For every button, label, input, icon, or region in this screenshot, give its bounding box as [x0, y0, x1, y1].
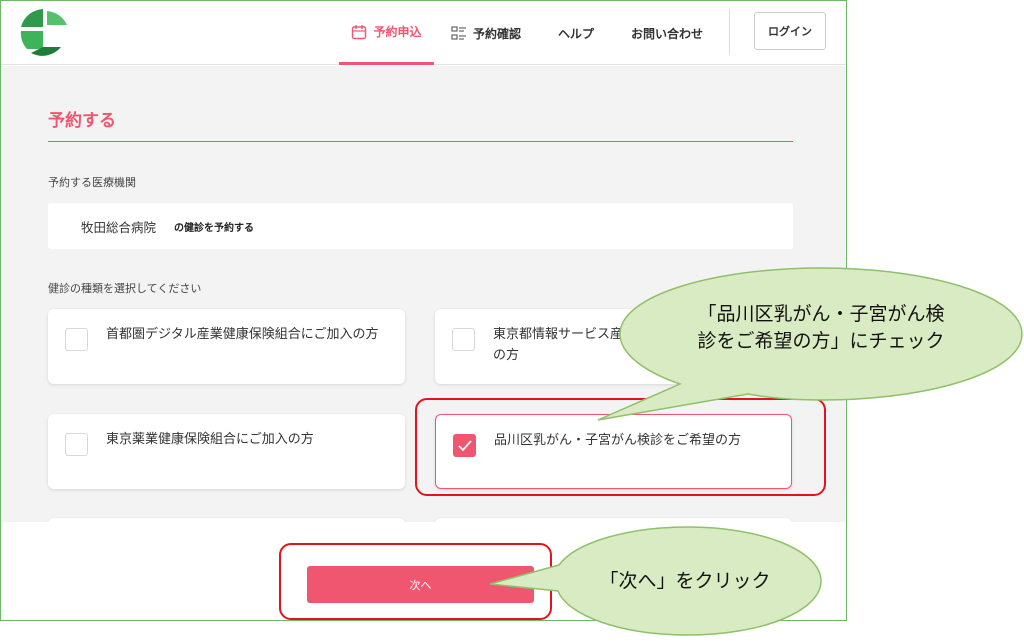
exam-option-label: 首都圏デジタル産業健康保険組合にご加入の方 [106, 327, 379, 342]
callout-next-text: 「次へ」をクリック [599, 570, 771, 592]
nav-tab-confirm[interactable]: 予約確認 [451, 1, 521, 65]
exam-option-label: 品川区乳がん・子宮がん検診をご希望の方 [494, 433, 742, 448]
login-button[interactable]: ログイン [754, 12, 826, 50]
nav-divider [729, 9, 730, 55]
checkmark-icon [458, 440, 472, 452]
next-button[interactable]: 次へ [307, 566, 534, 603]
exam-option-label: 東京薬業健康保険組合にご加入の方 [106, 432, 314, 447]
exam-option-card[interactable]: 首都圏デジタル産業健康保険組合にご加入の方 [48, 309, 405, 384]
main-content: 予約する 予約する医療機関 牧田総合病院 の健診を予約する 健診の種類を選択して… [1, 66, 846, 522]
institution-field: 牧田総合病院 の健診を予約する [48, 203, 793, 249]
institution-suffix: の健診を予約する [174, 222, 255, 234]
callout-check-text: 「品川区乳がん・子宮がん検 診をご希望の方」にチェック [652, 301, 990, 355]
list-icon [451, 26, 466, 40]
callout-check-line: 診をご希望の方」にチェック [697, 330, 945, 352]
calendar-icon [352, 24, 367, 39]
checkbox-checked[interactable] [453, 434, 476, 457]
nav-tab-contact[interactable]: お問い合わせ [631, 1, 703, 65]
checkbox[interactable] [65, 433, 88, 456]
logo-icon [20, 9, 67, 56]
title-divider [48, 141, 793, 142]
exam-option-card[interactable]: 東京薬業健康保険組合にご加入の方 [48, 414, 405, 489]
nav-tab-confirm-label: 予約確認 [473, 26, 522, 41]
checkbox[interactable] [452, 328, 475, 351]
nav-tab-contact-label: お問い合わせ [631, 26, 704, 41]
page-title: 予約する [48, 111, 116, 131]
nav-tab-apply[interactable]: 予約申込 [339, 1, 434, 65]
nav-tab-help-label: ヘルプ [558, 26, 595, 41]
checkbox[interactable] [65, 328, 88, 351]
nav-tab-help[interactable]: ヘルプ [558, 1, 594, 65]
site-header: 予約申込 予約確認 ヘルプ お問い合わせ ログイン [1, 1, 846, 65]
exam-type-label: 健診の種類を選択してください [48, 282, 202, 295]
institution-name: 牧田総合病院 [81, 219, 157, 235]
nav-tab-apply-label: 予約申込 [373, 25, 422, 39]
callout-check-line: 「品川区乳がん・子宮がん検 [697, 303, 945, 325]
institution-label: 予約する医療機関 [48, 176, 136, 189]
exam-option-card-selected[interactable]: 品川区乳がん・子宮がん検診をご希望の方 [435, 414, 792, 489]
